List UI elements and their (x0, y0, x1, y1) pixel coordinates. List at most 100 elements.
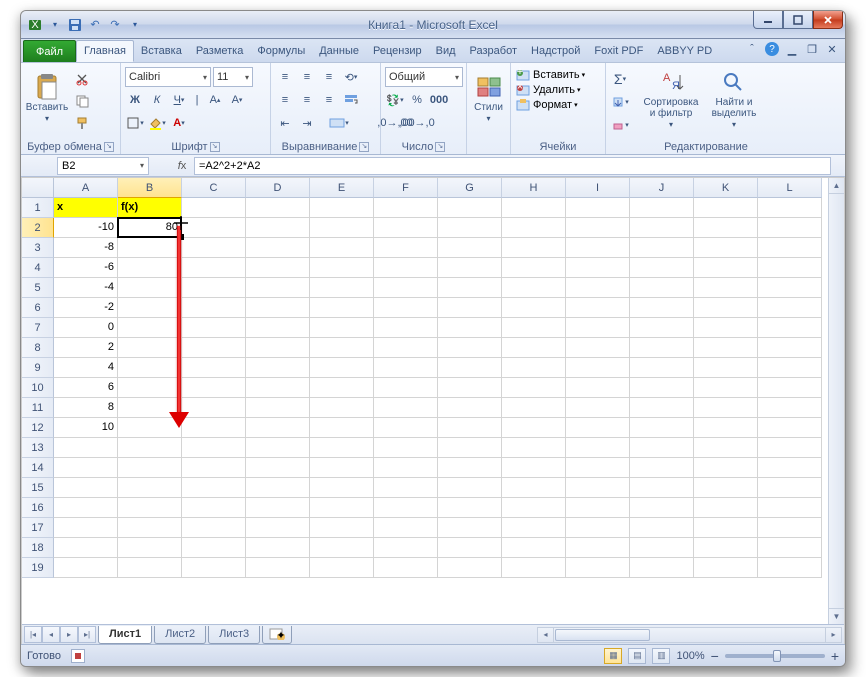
cell[interactable]: 0 (54, 318, 118, 338)
number-format-combo[interactable]: Общий▾ (385, 67, 463, 87)
cell[interactable] (694, 558, 758, 578)
tab-layout[interactable]: Разметка (189, 40, 251, 62)
cell[interactable] (246, 438, 310, 458)
font-name-combo[interactable]: Calibri▾ (125, 67, 211, 87)
row-header-13[interactable]: 13 (22, 438, 54, 458)
sheet-tab-2[interactable]: Лист2 (154, 626, 206, 644)
cell[interactable] (310, 538, 374, 558)
cell[interactable] (502, 338, 566, 358)
cell[interactable] (310, 558, 374, 578)
macro-record-icon[interactable] (71, 649, 85, 663)
save-icon[interactable] (67, 17, 83, 33)
cell[interactable] (246, 258, 310, 278)
col-header-L[interactable]: L (758, 178, 822, 198)
cell[interactable] (246, 278, 310, 298)
cell[interactable] (54, 438, 118, 458)
help-icon[interactable]: ? (765, 42, 779, 56)
cell[interactable] (310, 278, 374, 298)
cell[interactable] (566, 298, 630, 318)
cell[interactable] (310, 198, 374, 218)
worksheet-grid[interactable]: ABCDEFGHIJKL 123456789101112131415161718… (22, 178, 844, 624)
cell[interactable] (182, 498, 246, 518)
doc-restore-icon[interactable]: ❐ (805, 42, 819, 56)
cell[interactable] (438, 258, 502, 278)
cell[interactable] (182, 418, 246, 438)
cell[interactable] (694, 438, 758, 458)
col-header-K[interactable]: K (694, 178, 758, 198)
tab-abbyy[interactable]: ABBYY PD (650, 40, 719, 62)
cell[interactable] (310, 338, 374, 358)
cell[interactable] (566, 438, 630, 458)
row-header-1[interactable]: 1 (22, 198, 54, 218)
cell[interactable] (374, 298, 438, 318)
page-break-view-icon[interactable]: ▥ (652, 648, 670, 664)
vertical-scrollbar[interactable]: ▲ ▼ (828, 178, 844, 624)
cell[interactable] (374, 358, 438, 378)
col-header-D[interactable]: D (246, 178, 310, 198)
cell[interactable] (246, 198, 310, 218)
cell[interactable] (694, 278, 758, 298)
cell[interactable] (310, 298, 374, 318)
cell[interactable]: 8 (54, 398, 118, 418)
sheet-nav-prev-icon[interactable]: ◂ (42, 626, 60, 643)
ribbon-minimize-icon[interactable]: ˆ (745, 42, 759, 56)
align-left-icon[interactable]: ≡ (275, 90, 295, 110)
find-select-button[interactable]: Найти и выделить▾ (705, 65, 763, 131)
cell[interactable] (502, 378, 566, 398)
cell[interactable]: -6 (54, 258, 118, 278)
cell[interactable] (758, 558, 822, 578)
cell[interactable] (502, 258, 566, 278)
cell[interactable] (566, 218, 630, 238)
cell[interactable] (502, 518, 566, 538)
row-header-11[interactable]: 11 (22, 398, 54, 418)
cell[interactable] (438, 198, 502, 218)
row-header-5[interactable]: 5 (22, 278, 54, 298)
hscroll-thumb[interactable] (555, 629, 650, 641)
col-header-G[interactable]: G (438, 178, 502, 198)
cell[interactable] (566, 558, 630, 578)
cell[interactable] (566, 318, 630, 338)
cell[interactable] (758, 438, 822, 458)
cell[interactable] (118, 318, 182, 338)
horizontal-scrollbar[interactable]: ◂ ▸ (537, 627, 842, 643)
row-header-10[interactable]: 10 (22, 378, 54, 398)
name-box[interactable]: B2▾ (57, 157, 149, 175)
cell[interactable] (374, 538, 438, 558)
increase-font-icon[interactable]: A▴ (205, 90, 225, 110)
cell[interactable] (54, 458, 118, 478)
cell[interactable] (566, 238, 630, 258)
cell[interactable]: 2 (54, 338, 118, 358)
cell[interactable] (374, 198, 438, 218)
cell[interactable] (246, 238, 310, 258)
cell[interactable] (758, 378, 822, 398)
zoom-in-icon[interactable]: + (831, 648, 839, 664)
redo-icon[interactable]: ↷ (107, 17, 123, 33)
cell[interactable]: x (54, 198, 118, 218)
sheet-tab-1[interactable]: Лист1 (98, 626, 152, 644)
wrap-text-icon[interactable] (341, 90, 361, 110)
cell[interactable] (310, 398, 374, 418)
cell[interactable] (758, 238, 822, 258)
cell[interactable] (246, 298, 310, 318)
doc-min-icon[interactable]: ▁ (785, 42, 799, 56)
cell[interactable] (374, 278, 438, 298)
cell[interactable] (630, 458, 694, 478)
cell[interactable] (246, 398, 310, 418)
cell[interactable] (694, 338, 758, 358)
cell[interactable] (374, 378, 438, 398)
cell[interactable] (758, 518, 822, 538)
cells-delete-button[interactable]: ×Удалить▾ (515, 83, 581, 97)
tab-view[interactable]: Вид (429, 40, 463, 62)
cell[interactable] (758, 398, 822, 418)
cell[interactable] (502, 478, 566, 498)
qat-more-icon[interactable]: ▾ (127, 17, 143, 33)
cell[interactable] (630, 518, 694, 538)
cell[interactable] (118, 478, 182, 498)
formula-input[interactable]: =A2^2+2*A2 (194, 157, 831, 175)
cell[interactable] (118, 558, 182, 578)
row-header-7[interactable]: 7 (22, 318, 54, 338)
cell[interactable] (54, 518, 118, 538)
cell[interactable] (118, 438, 182, 458)
cell[interactable] (566, 378, 630, 398)
cell[interactable] (118, 258, 182, 278)
